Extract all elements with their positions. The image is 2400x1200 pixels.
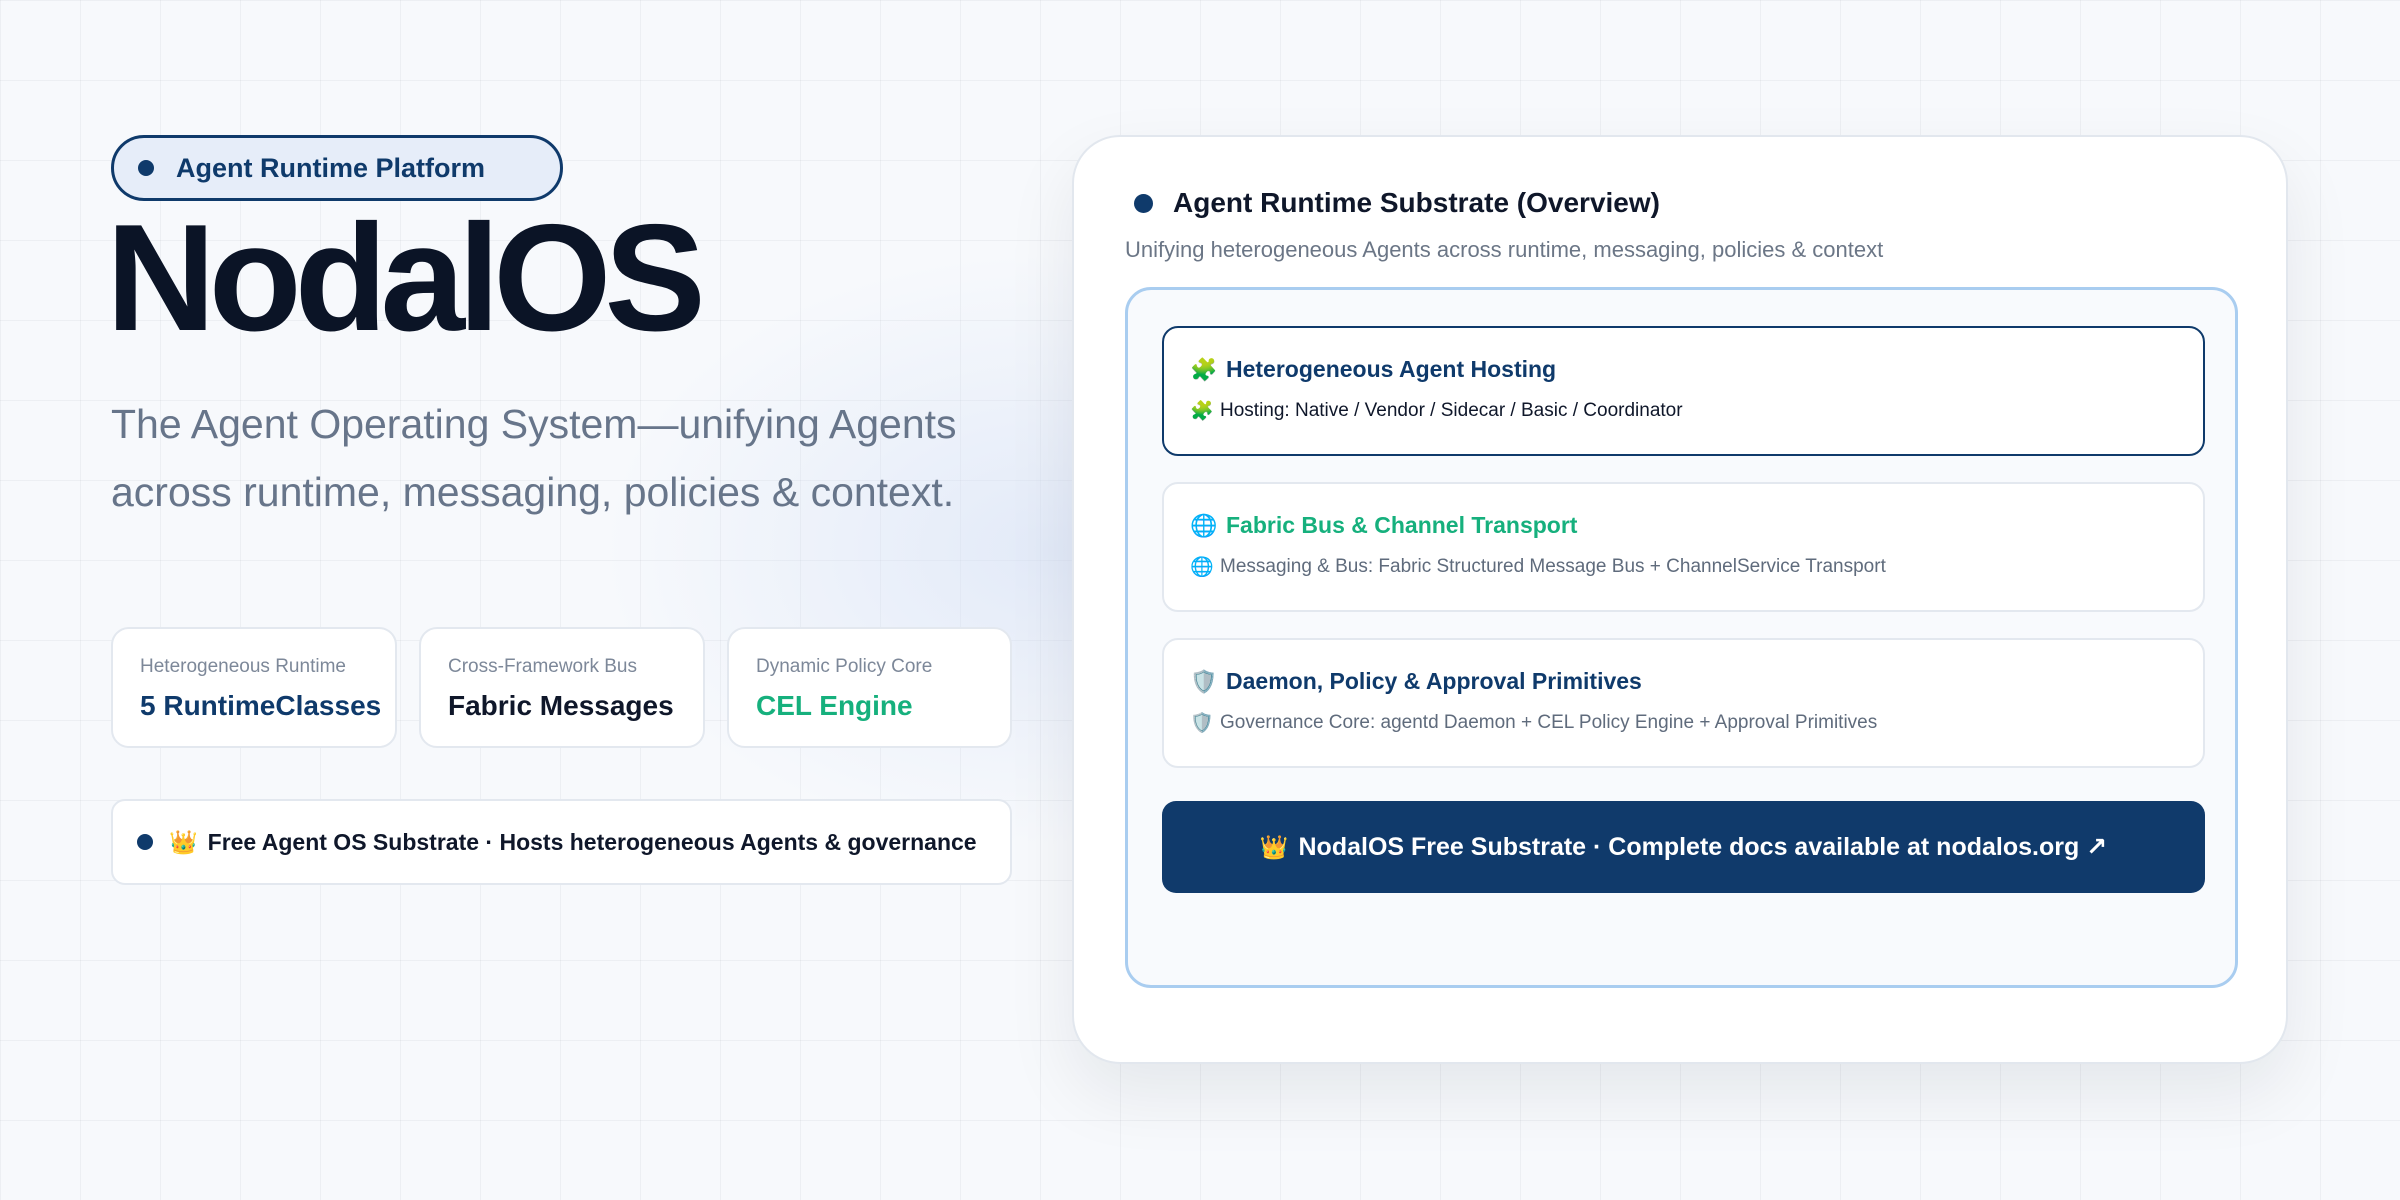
- notice-dot-icon: [137, 834, 153, 850]
- feature-panel: 🧩 Heterogeneous Agent Hosting 🧩 Hosting:…: [1125, 287, 2238, 988]
- card-title: Agent Runtime Substrate (Overview): [1173, 187, 1660, 218]
- feature-heading: Fabric Bus & Channel Transport: [1226, 512, 1578, 538]
- feature-description: Governance Core: agentd Daemon + CEL Pol…: [1220, 712, 1878, 733]
- stat-value: CEL Engine: [756, 690, 913, 721]
- feature-heading: Daemon, Policy & Approval Primitives: [1226, 668, 1642, 694]
- stat-value: Fabric Messages: [448, 690, 674, 721]
- notice-text: Free Agent OS Substrate · Hosts heteroge…: [207, 828, 977, 855]
- feature-item-governance[interactable]: 🛡️ Daemon, Policy & Approval Primitives …: [1162, 638, 2205, 768]
- stat-card-policy: Dynamic Policy Core CEL Engine: [727, 627, 1012, 748]
- badge-label: Agent Runtime Platform: [176, 152, 486, 183]
- stat-caption: Dynamic Policy Core: [756, 656, 933, 677]
- tagline: The Agent Operating System—unifying Agen…: [111, 401, 957, 515]
- card-dot-icon: [1134, 193, 1153, 213]
- puzzle-icon: 🧩: [1190, 401, 1214, 422]
- stat-caption: Cross-Framework Bus: [448, 656, 637, 677]
- substrate-notice: 👑 Free Agent OS Substrate · Hosts hetero…: [111, 799, 1012, 885]
- feature-description: Hosting: Native / Vendor / Sidecar / Bas…: [1220, 400, 1683, 421]
- feature-description: Messaging & Bus: Fabric Structured Messa…: [1220, 556, 1886, 577]
- cta-label: NodalOS Free Substrate · Complete docs a…: [1298, 833, 2108, 861]
- shield-icon: 🛡️: [1190, 713, 1214, 734]
- stat-card-runtime: Heterogeneous Runtime 5 RuntimeClasses: [111, 627, 397, 748]
- feature-item-fabric-bus[interactable]: 🌐 Fabric Bus & Channel Transport 🌐 Messa…: [1162, 482, 2205, 612]
- globe-icon: 🌐: [1190, 557, 1214, 578]
- feature-item-hosting[interactable]: 🧩 Heterogeneous Agent Hosting 🧩 Hosting:…: [1162, 326, 2205, 456]
- crown-icon: 👑: [1259, 833, 1289, 860]
- feature-heading: Heterogeneous Agent Hosting: [1226, 356, 1557, 382]
- card-subtitle: Unifying heterogeneous Agents across run…: [1125, 237, 1884, 262]
- docs-cta-button[interactable]: 👑 NodalOS Free Substrate · Complete docs…: [1162, 801, 2205, 893]
- shield-icon: 🛡️: [1190, 668, 1218, 694]
- crown-icon: 👑: [169, 828, 198, 855]
- puzzle-icon: 🧩: [1190, 356, 1218, 382]
- stat-caption: Heterogeneous Runtime: [140, 656, 346, 677]
- globe-icon: 🌐: [1190, 512, 1218, 538]
- badge-dot-icon: [138, 160, 154, 176]
- brand-title: NodalOS: [106, 193, 706, 363]
- stat-card-bus: Cross-Framework Bus Fabric Messages: [419, 627, 705, 748]
- card-header: Agent Runtime Substrate (Overview): [1134, 187, 1660, 219]
- stat-value: 5 RuntimeClasses: [140, 690, 382, 721]
- substrate-overview-card: Agent Runtime Substrate (Overview) Unify…: [1072, 135, 2288, 1064]
